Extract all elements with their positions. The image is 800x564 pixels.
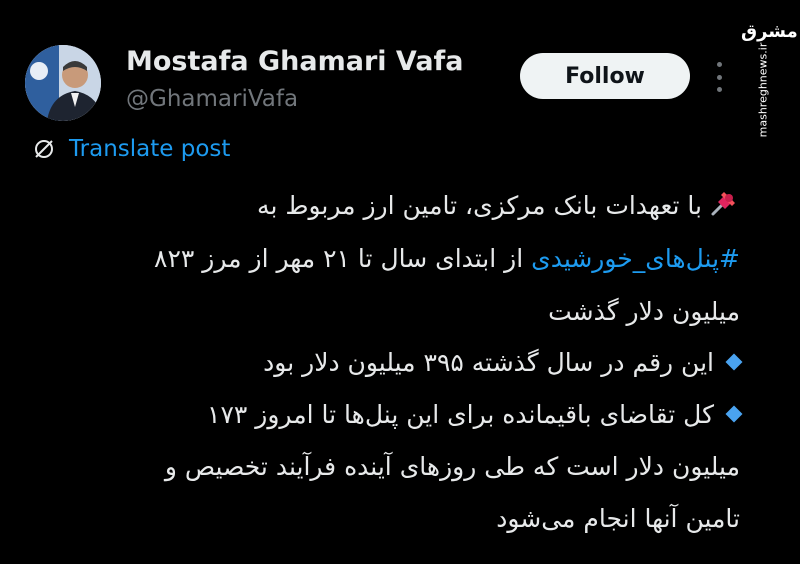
avatar[interactable]	[25, 45, 101, 121]
post-line: #پنل‌های_خورشیدی از ابتدای سال تا ۲۱ مهر…	[40, 234, 740, 284]
post-line: با تعهدات بانک مرکزی، تامین ارز مربوط به	[40, 181, 740, 231]
post-line: تامین آنها انجام می‌شود	[40, 494, 740, 544]
post-line-3: میلیون دلار گذشت	[548, 297, 740, 326]
post-line: این رقم در سال گذشته ۳۹۵ میلیون دلار بود	[40, 338, 743, 388]
watermark: مشرق mashreghnews.ir	[735, 10, 798, 138]
small-blue-diamond-icon	[725, 353, 743, 371]
post-line: کل تقاضای باقیمانده برای این پنل‌ها تا ا…	[40, 390, 743, 440]
post-line: میلیون دلار است که طی روزهای آینده فرآین…	[40, 442, 740, 492]
more-icon[interactable]	[712, 62, 726, 92]
post-line: میلیون دلار گذشت	[40, 287, 740, 337]
watermark-url-text: mashreghnews.ir	[756, 42, 770, 138]
post-line-5: کل تقاضای باقیمانده برای این پنل‌ها تا ا…	[207, 400, 714, 429]
translate-post-link[interactable]: Translate post	[33, 134, 230, 164]
post-line-4: این رقم در سال گذشته ۳۹۵ میلیون دلار بود	[263, 348, 714, 377]
hashtag-link[interactable]: #پنل‌های_خورشیدی	[531, 244, 740, 273]
watermark-url: mashreghnews.ir	[753, 43, 773, 138]
more-dot	[716, 62, 722, 67]
translate-globe-icon	[35, 140, 53, 158]
follow-button[interactable]: Follow	[520, 53, 690, 99]
post-line-1: با تعهدات بانک مرکزی، تامین ارز مربوط به	[257, 191, 702, 220]
author-handle[interactable]: @GhamariVafa	[126, 86, 298, 112]
more-dot	[716, 74, 722, 80]
post-line-7: تامین آنها انجام می‌شود	[496, 504, 740, 533]
avatar-photo	[25, 45, 101, 121]
post-line-6: میلیون دلار است که طی روزهای آینده فرآین…	[164, 452, 740, 481]
author-name[interactable]: Mostafa Ghamari Vafa	[126, 46, 464, 77]
small-blue-diamond-icon	[725, 405, 743, 423]
translate-post-label[interactable]: Translate post	[69, 136, 230, 162]
pushpin-icon	[711, 192, 735, 216]
more-dot	[716, 87, 722, 92]
post-line-2: از ابتدای سال تا ۲۱ مهر از مرز ۸۲۳	[154, 244, 532, 273]
